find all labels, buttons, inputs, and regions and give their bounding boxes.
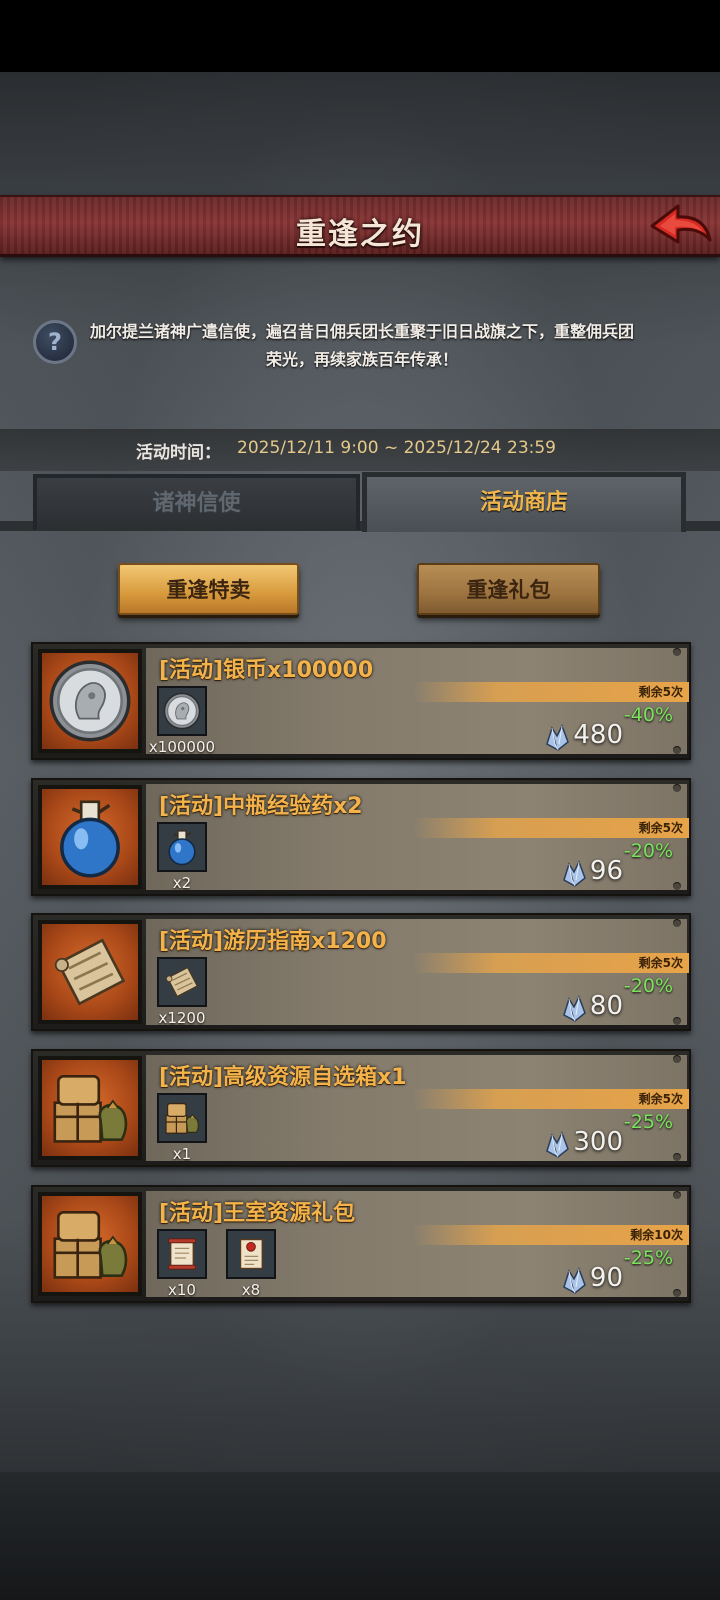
scroll-map-icon <box>46 928 134 1020</box>
remaining-bar: 剩余5次 <box>413 682 689 702</box>
price-value: 300 <box>573 1127 623 1157</box>
reunion-sale-button[interactable]: 重逢特卖 <box>118 563 299 615</box>
rivet <box>673 1017 681 1025</box>
page-title: 重逢之约 <box>296 217 424 252</box>
item-icon-frame <box>38 1056 142 1160</box>
status-bar <box>0 0 720 72</box>
rivet <box>673 648 681 656</box>
sealed-letter-icon <box>231 1234 271 1278</box>
tab-event-shop[interactable]: 活动商店 <box>362 472 686 532</box>
item-name: [活动]游历指南x1200 <box>159 929 387 954</box>
resource-chest-icon <box>162 1098 202 1142</box>
blue-potion-icon <box>46 793 134 885</box>
resource-chest-icon <box>46 1064 134 1156</box>
shop-item-row[interactable]: [活动]银币x100000 剩余5次 x100000 -40% 480 <box>31 642 691 760</box>
gem-icon <box>543 724 571 752</box>
reward-slot[interactable] <box>157 957 207 1007</box>
remaining-bar: 剩余10次 <box>413 1225 689 1245</box>
help-icon[interactable]: ? <box>33 320 77 364</box>
item-icon-frame <box>38 649 142 753</box>
remaining-bar: 剩余5次 <box>413 1089 689 1109</box>
reward-quantity: x1 <box>172 1145 192 1163</box>
reward-slot[interactable] <box>226 1229 276 1279</box>
gem-icon <box>560 1267 588 1295</box>
rivet <box>673 1191 681 1199</box>
rivet <box>673 784 681 792</box>
remaining-count: 剩余5次 <box>638 956 683 970</box>
item-icon-frame <box>38 920 142 1024</box>
rivet <box>673 882 681 890</box>
price-value: 90 <box>589 1263 623 1293</box>
bottom-shade <box>0 1472 720 1600</box>
item-name: [活动]高级资源自选箱x1 <box>159 1065 407 1090</box>
reward-quantity: x2 <box>172 874 192 892</box>
discount-label: -25% <box>623 1111 673 1133</box>
gem-icon <box>560 995 588 1023</box>
shop-item-row[interactable]: [活动]王室资源礼包 剩余10次 x10 x8 -25% 90 <box>31 1185 691 1303</box>
scroll-map-icon <box>162 962 202 1006</box>
rivet <box>673 1153 681 1161</box>
gem-icon <box>560 860 588 888</box>
rivet <box>673 746 681 754</box>
price-value: 480 <box>573 720 623 750</box>
item-icon-frame <box>38 1192 142 1296</box>
reward-slot[interactable] <box>157 822 207 872</box>
price-value: 80 <box>589 991 623 1021</box>
item-name: [活动]中瓶经验药x2 <box>159 794 363 819</box>
discount-label: -20% <box>623 975 673 997</box>
reward-quantity: x1200 <box>158 1009 206 1027</box>
event-time-value: 2025/12/11 9:00 ~ 2025/12/24 23:59 <box>237 438 556 458</box>
silver-coin-icon <box>162 691 202 735</box>
gem-icon <box>543 1131 571 1159</box>
reward-slot[interactable] <box>157 686 207 736</box>
blue-potion-icon <box>162 827 202 871</box>
rivet <box>673 1055 681 1063</box>
remaining-count: 剩余10次 <box>630 1228 683 1242</box>
silver-coin-icon <box>46 657 134 749</box>
event-description: 加尔提兰诸神广遣信使，遍召昔日佣兵团长重聚于旧日战旗之下，重整佣兵团荣光，再续家… <box>89 322 634 369</box>
remaining-count: 剩余5次 <box>638 1092 683 1106</box>
remaining-bar: 剩余5次 <box>413 818 689 838</box>
shop-item-row[interactable]: [活动]高级资源自选箱x1 剩余5次 x1 -25% 300 <box>31 1049 691 1167</box>
reunion-pack-button[interactable]: 重逢礼包 <box>417 563 600 615</box>
remaining-count: 剩余5次 <box>638 685 683 699</box>
item-name: [活动]银币x100000 <box>159 658 374 683</box>
rivet <box>673 1289 681 1297</box>
shop-item-row[interactable]: [活动]游历指南x1200 剩余5次 x1200 -20% 80 <box>31 913 691 1031</box>
remaining-bar: 剩余5次 <box>413 953 689 973</box>
reward-quantity: x100000 <box>148 738 216 756</box>
back-button[interactable] <box>648 200 714 250</box>
tab-gods-messenger[interactable]: 诸神信使 <box>33 474 360 530</box>
title-banner: 重逢之约 <box>0 195 720 257</box>
red-scroll-icon <box>162 1234 202 1278</box>
reward-slot[interactable] <box>157 1093 207 1143</box>
remaining-count: 剩余5次 <box>638 821 683 835</box>
back-arrow-icon <box>650 204 712 244</box>
resource-chest-icon <box>46 1200 134 1292</box>
item-name: [活动]王室资源礼包 <box>159 1201 356 1226</box>
reward-slot[interactable] <box>157 1229 207 1279</box>
reward-quantity: x8 <box>241 1281 261 1299</box>
price-value: 96 <box>589 856 623 886</box>
discount-label: -20% <box>623 840 673 862</box>
rivet <box>673 919 681 927</box>
item-icon-frame <box>38 785 142 889</box>
event-time-label: 活动时间： <box>136 443 221 463</box>
discount-label: -25% <box>623 1247 673 1269</box>
discount-label: -40% <box>623 704 673 726</box>
shop-item-row[interactable]: [活动]中瓶经验药x2 剩余5次 x2 -20% 96 <box>31 778 691 896</box>
